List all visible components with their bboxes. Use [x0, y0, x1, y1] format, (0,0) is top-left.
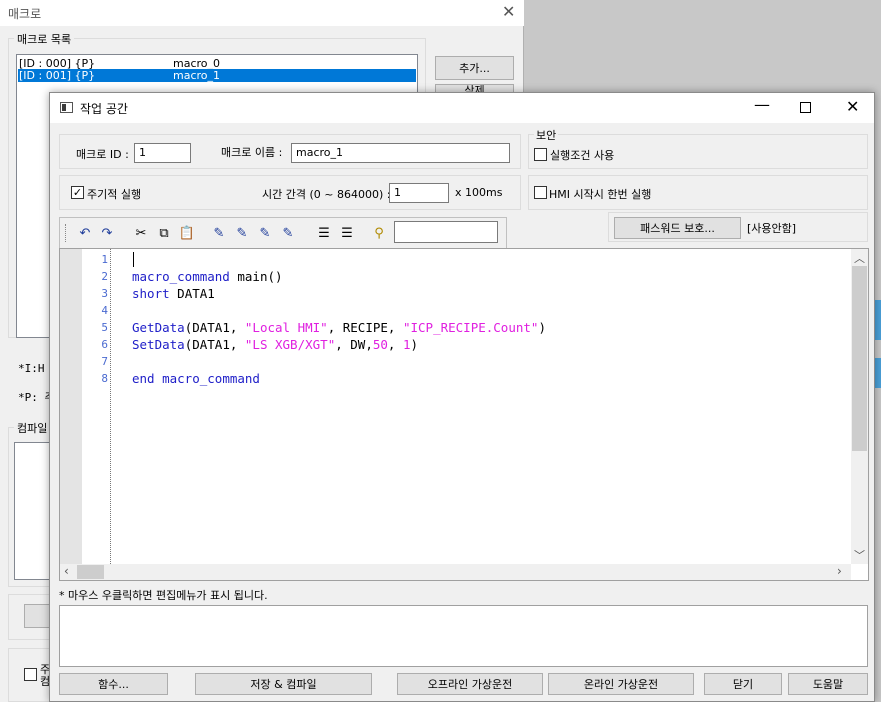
- scroll-left-icon[interactable]: ‹: [64, 564, 69, 578]
- password-status: [사용안함]: [747, 222, 797, 235]
- window-icon: [60, 102, 73, 113]
- code-line: macro_command main(): [132, 269, 283, 284]
- code-line: end macro_command: [132, 371, 260, 386]
- hmi-once-label: HMI 시작시 한번 실행: [549, 188, 652, 201]
- minimize-icon[interactable]: —: [754, 95, 770, 114]
- interval-unit: x 100ms: [455, 186, 503, 199]
- indent-icon[interactable]: ☰: [315, 224, 333, 242]
- macro-id-label: 매크로 ID :: [76, 148, 129, 161]
- save-compile-button[interactable]: 저장 & 컴파일: [195, 673, 372, 695]
- line-numbers: 1 2 3 4 5 6 7 8: [101, 253, 108, 385]
- interval-field[interactable]: 1: [389, 183, 449, 203]
- background-accent: [875, 300, 881, 340]
- outdent-icon[interactable]: ☰: [338, 224, 356, 242]
- bookmark-next-icon[interactable]: ✎: [233, 224, 251, 242]
- paste-icon[interactable]: 📋: [178, 224, 196, 242]
- find-icon[interactable]: ⚲: [370, 224, 388, 242]
- macro-name-label: 매크로 이름 :: [221, 146, 283, 159]
- use-condition-label: 실행조건 사용: [550, 149, 615, 162]
- interval-label: 시간 간격 (0 ~ 864000) :: [262, 188, 391, 201]
- undo-icon[interactable]: ↶: [76, 224, 94, 242]
- workspace-dialog: 작업 공간 — ✕ 매크로 ID : 1 매크로 이름 : macro_1 ✓ …: [49, 92, 875, 702]
- code-editor[interactable]: 1 2 3 4 5 6 7 8 macro_command main() sho…: [59, 248, 869, 581]
- close-button[interactable]: 닫기: [704, 673, 782, 695]
- code-line: GetData(DATA1, "Local HMI", RECIPE, "ICP…: [132, 320, 546, 335]
- macro-list-group-label: 매크로 목록: [14, 31, 75, 47]
- bookmark-toggle-icon[interactable]: ✎: [210, 224, 228, 242]
- option-checkbox[interactable]: [24, 668, 37, 681]
- vertical-scrollbar[interactable]: ︿ ﹀: [851, 249, 868, 564]
- macro-window-title: 매크로: [8, 7, 42, 21]
- maximize-icon[interactable]: [800, 102, 811, 113]
- scrollbar-thumb[interactable]: [77, 565, 104, 579]
- output-box: [59, 605, 868, 667]
- periodic-checkbox[interactable]: ✓: [71, 186, 84, 199]
- background-accent: [875, 358, 881, 388]
- copy-icon[interactable]: ⧉: [155, 224, 173, 242]
- password-button[interactable]: 패스워드 보호...: [614, 217, 741, 239]
- dialog-titlebar: 작업 공간 — ✕: [50, 93, 874, 123]
- use-condition-checkbox[interactable]: [534, 148, 547, 161]
- offline-simulation-button[interactable]: 오프라인 가상운전: [397, 673, 543, 695]
- editor-toolbar: ↶ ↷ ✂ ⧉ 📋 ✎ ✎ ✎ ✎ ☰ ☰ ⚲: [59, 217, 507, 248]
- toolbar-search-field[interactable]: [394, 221, 498, 243]
- code-line: SetData(DATA1, "LS XGB/XGT", DW,50, 1): [132, 337, 419, 352]
- list-item-selected[interactable]: [ID : 001] {P} macro_1: [18, 69, 416, 82]
- dialog-title: 작업 공간: [80, 102, 128, 116]
- horizontal-scrollbar[interactable]: ‹ ›: [60, 564, 851, 580]
- cut-icon[interactable]: ✂: [132, 224, 150, 242]
- functions-button[interactable]: 함수...: [59, 673, 168, 695]
- bookmark-prev-icon[interactable]: ✎: [256, 224, 274, 242]
- periodic-label: 주기적 실행: [87, 188, 142, 201]
- help-button[interactable]: 도움말: [788, 673, 868, 695]
- code-text[interactable]: macro_command main() short DATA1 GetData…: [132, 251, 842, 411]
- security-group-label: 보안: [534, 127, 559, 143]
- online-simulation-button[interactable]: 온라인 가상운전: [548, 673, 694, 695]
- macro-window-titlebar: 매크로 ✕: [0, 0, 524, 26]
- scroll-up-icon[interactable]: ︿: [854, 250, 865, 266]
- close-icon[interactable]: ✕: [502, 2, 515, 21]
- hmi-once-checkbox[interactable]: [534, 186, 547, 199]
- macro-name-field[interactable]: macro_1: [291, 143, 510, 163]
- code-line: short DATA1: [132, 286, 215, 301]
- compile-group-label: 컴파일: [14, 420, 51, 436]
- redo-icon[interactable]: ↷: [98, 224, 116, 242]
- bookmark-clear-icon[interactable]: ✎: [279, 224, 297, 242]
- add-button[interactable]: 추가...: [435, 56, 514, 80]
- scroll-down-icon[interactable]: ﹀: [854, 547, 865, 563]
- scrollbar-thumb[interactable]: [852, 266, 867, 451]
- scroll-right-icon[interactable]: ›: [837, 564, 842, 578]
- macro-id-field[interactable]: 1: [134, 143, 191, 163]
- note-i: *I:H: [18, 362, 45, 375]
- close-icon[interactable]: ✕: [846, 97, 859, 116]
- text-cursor: [133, 252, 134, 267]
- editor-hint: * 마우스 우클릭하면 편집메뉴가 표시 됩니다.: [59, 589, 268, 602]
